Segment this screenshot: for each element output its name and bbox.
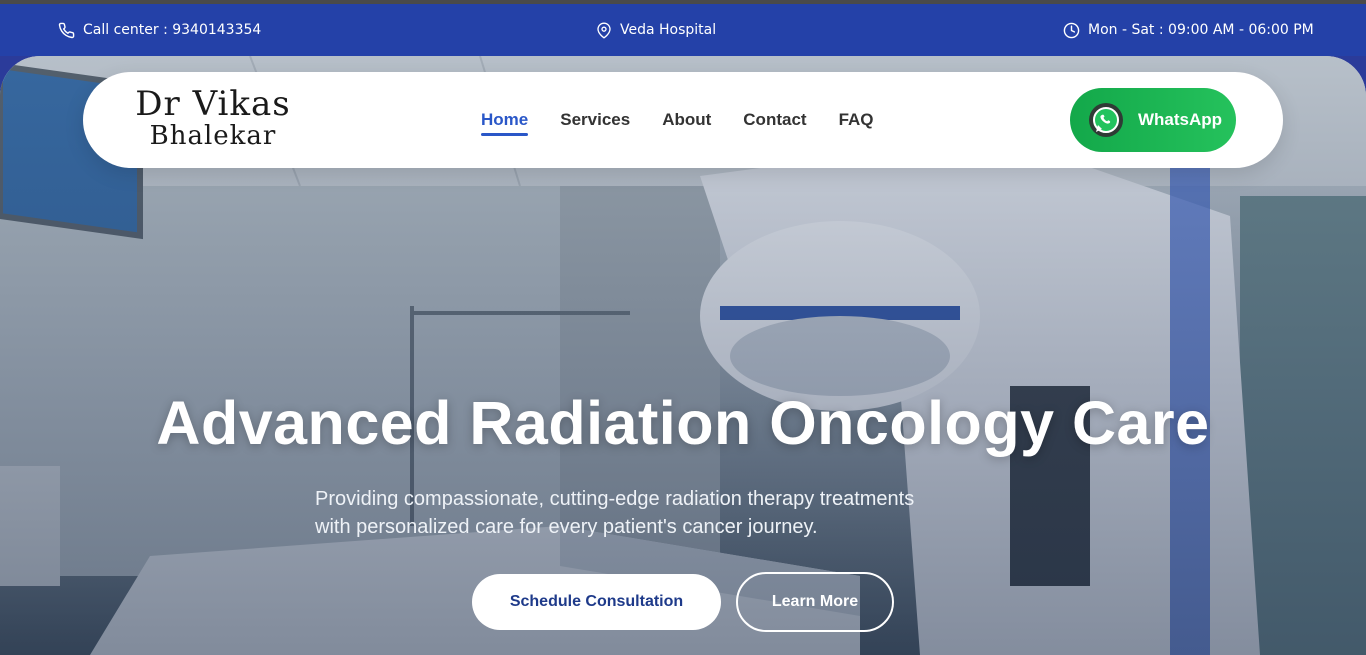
site-logo[interactable]: Dr Vikas Bhalekar xyxy=(133,86,293,150)
logo-line-2: Bhalekar xyxy=(149,121,277,151)
hero-subtitle-line-1: Providing compassionate, cutting-edge ra… xyxy=(315,488,915,510)
nav-item-about[interactable]: About xyxy=(662,110,711,130)
hero-subtitle: Providing compassionate, cutting-edge ra… xyxy=(315,485,1075,541)
call-center-info[interactable]: Call center : 9340143354 xyxy=(58,4,261,56)
hero-subtitle-line-2: with personalized care for every patient… xyxy=(315,516,818,538)
call-center-text: Call center : 9340143354 xyxy=(83,22,262,38)
hours-info: Mon - Sat : 09:00 AM - 06:00 PM xyxy=(1063,4,1314,56)
schedule-consultation-button[interactable]: Schedule Consultation xyxy=(472,574,721,630)
location-pin-icon xyxy=(597,22,611,38)
nav-item-contact[interactable]: Contact xyxy=(743,110,806,130)
location-info[interactable]: Veda Hospital xyxy=(596,4,716,56)
hero-title: Advanced Radiation Oncology Care xyxy=(156,389,1210,457)
nav-item-home[interactable]: Home xyxy=(481,110,529,136)
clock-icon xyxy=(1063,22,1080,38)
whatsapp-button[interactable]: WhatsApp xyxy=(1070,88,1236,152)
phone-icon xyxy=(58,22,75,38)
primary-nav: Home Services About Contact FAQ xyxy=(481,72,906,168)
top-info-bar: Call center : 9340143354 Veda Hospital M… xyxy=(0,4,1366,56)
whatsapp-icon xyxy=(1089,103,1123,137)
nav-item-faq[interactable]: FAQ xyxy=(839,110,874,130)
logo-line-1: Dr Vikas xyxy=(135,84,291,124)
hours-text: Mon - Sat : 09:00 AM - 06:00 PM xyxy=(1088,22,1314,38)
main-navbar: Dr Vikas Bhalekar Home Services About Co… xyxy=(83,72,1283,168)
nav-item-services[interactable]: Services xyxy=(560,110,630,130)
whatsapp-label: WhatsApp xyxy=(1138,110,1223,129)
learn-more-button[interactable]: Learn More xyxy=(736,572,894,632)
location-text: Veda Hospital xyxy=(620,22,717,38)
